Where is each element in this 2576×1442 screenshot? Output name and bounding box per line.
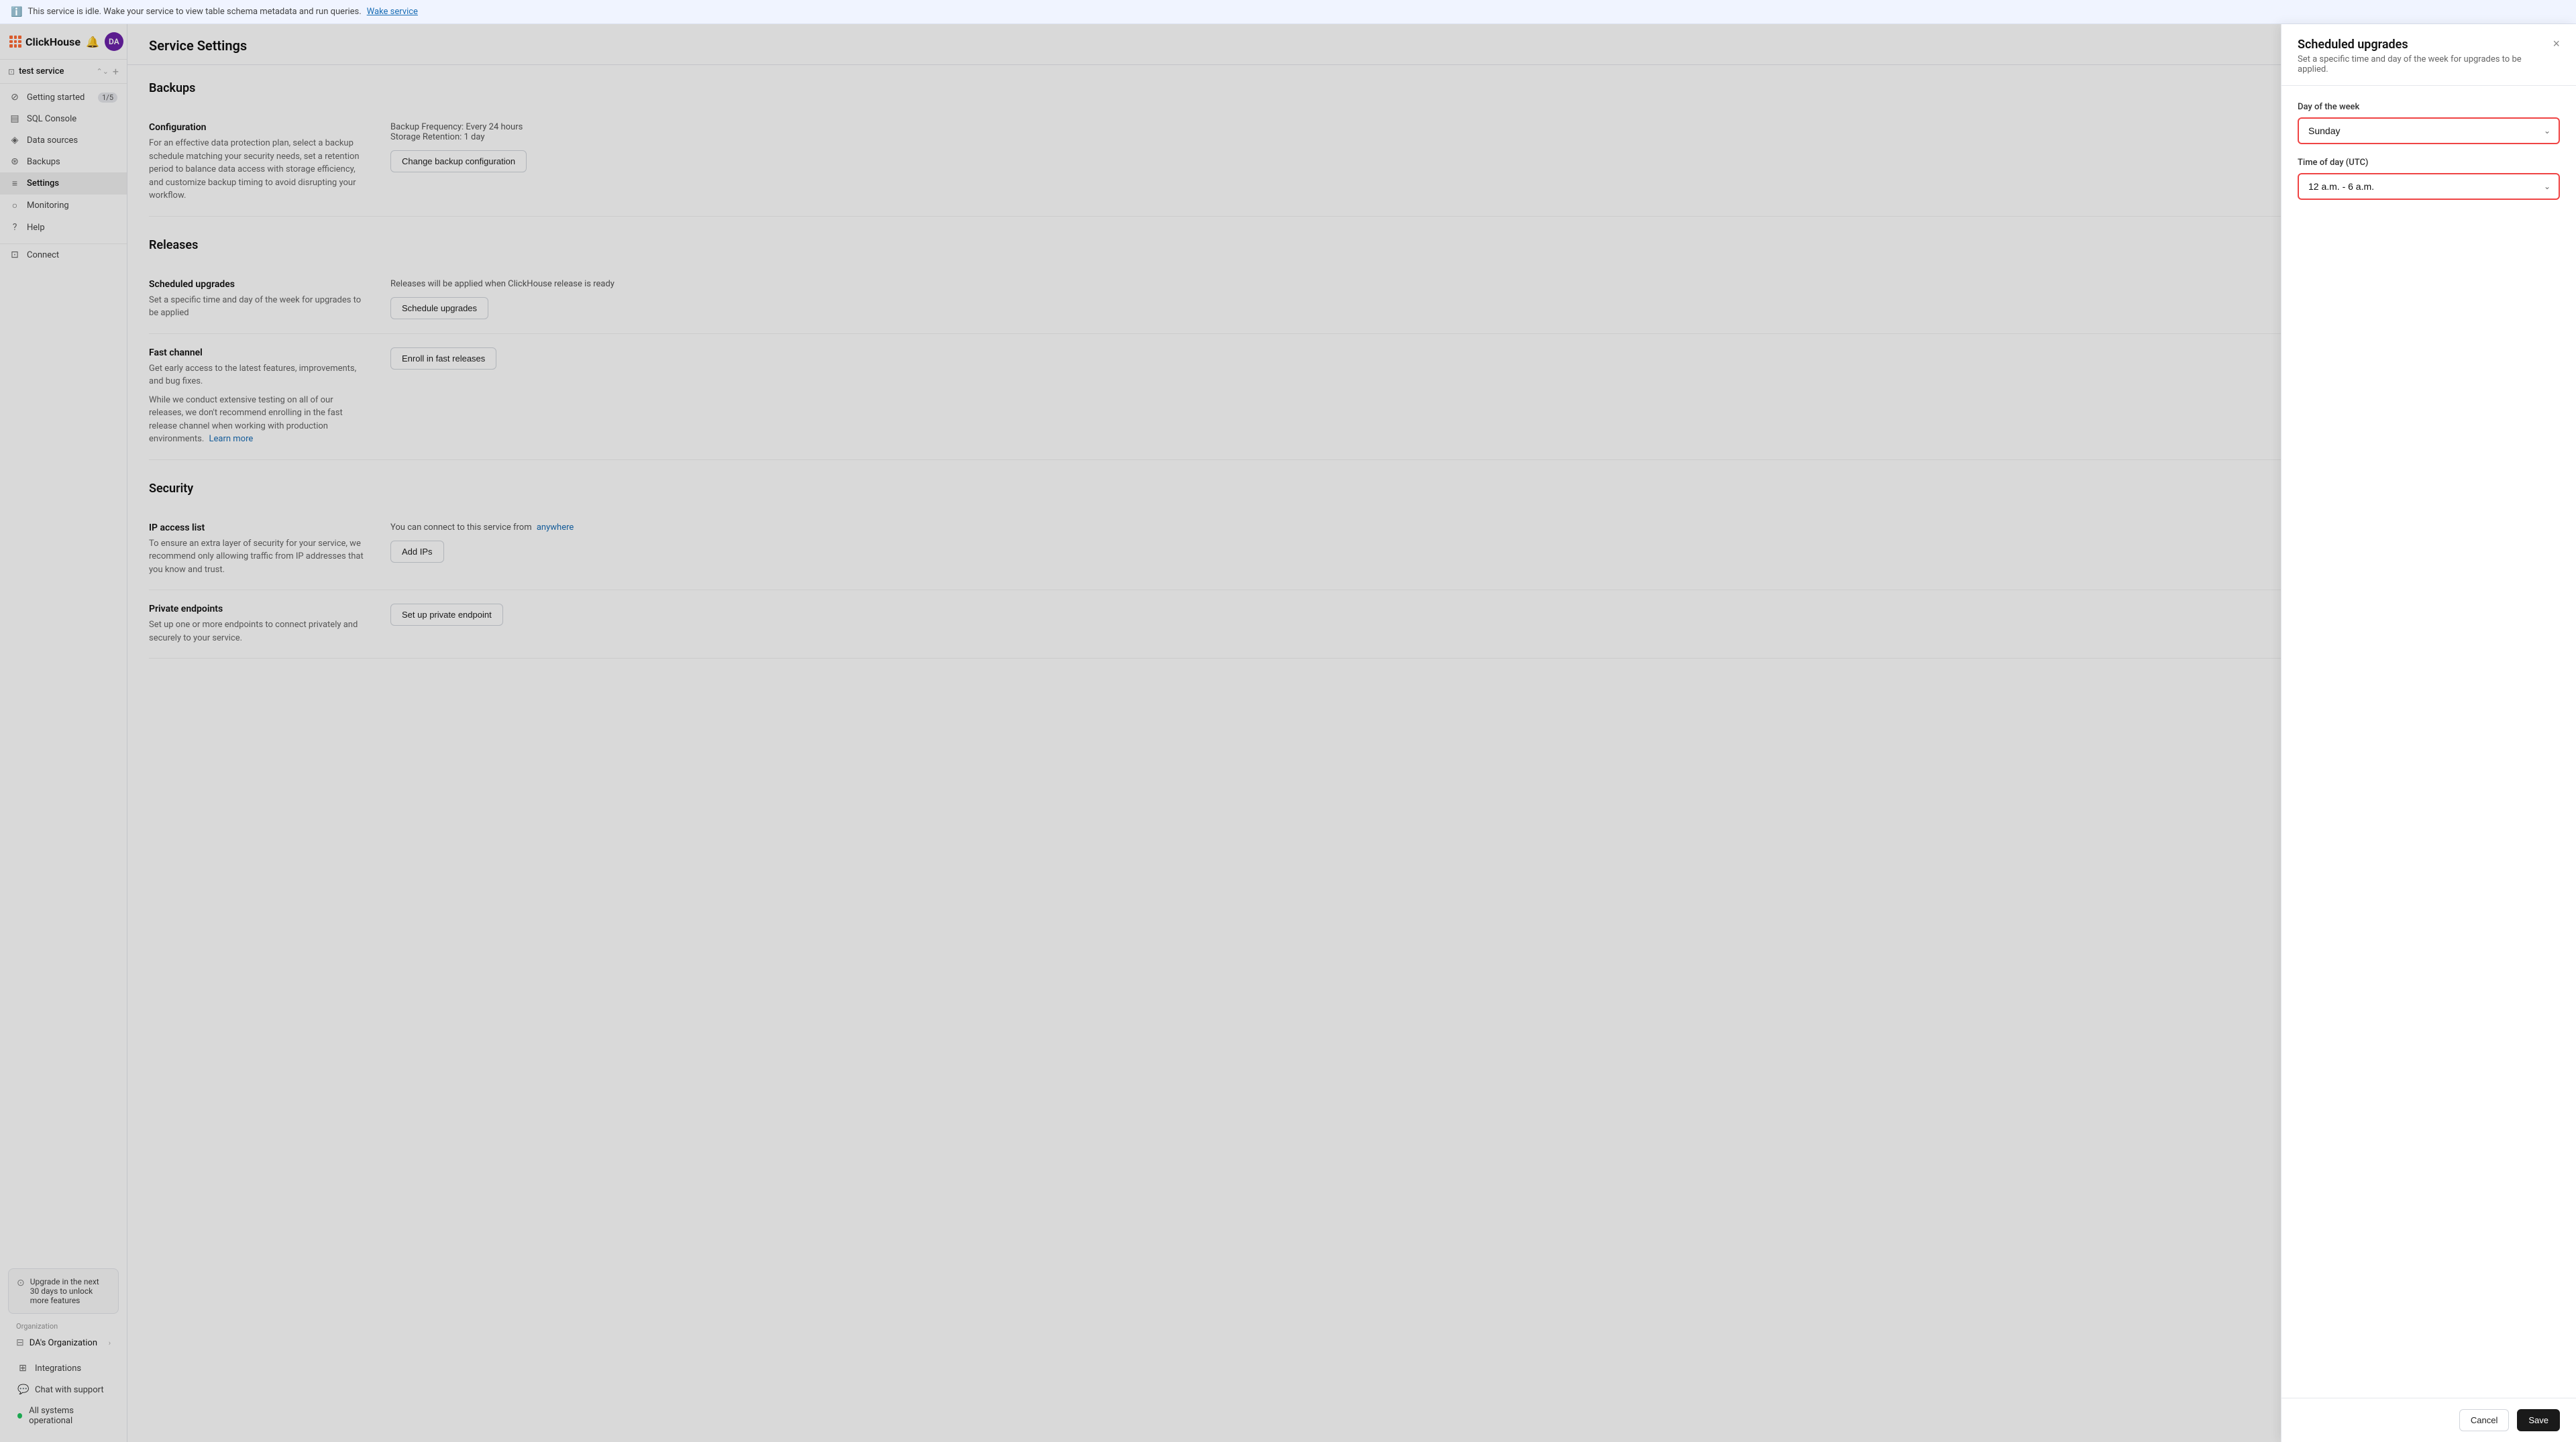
day-of-week-field: Day of the week Sunday Monday Tuesday We… (2298, 102, 2560, 144)
cancel-button[interactable]: Cancel (2459, 1409, 2509, 1431)
time-label: Time of day (UTC) (2298, 158, 2560, 168)
panel-title-block: Scheduled upgrades Set a specific time a… (2298, 38, 2553, 74)
banner-text: This service is idle. Wake your service … (28, 7, 361, 17)
day-select-wrapper: Sunday Monday Tuesday Wednesday Thursday… (2298, 117, 2560, 144)
save-button[interactable]: Save (2517, 1409, 2560, 1431)
panel-body: Day of the week Sunday Monday Tuesday We… (2282, 86, 2576, 1398)
panel-subtitle: Set a specific time and day of the week … (2298, 54, 2553, 74)
banner-icon: ℹ️ (11, 7, 22, 17)
panel-close-button[interactable]: × (2553, 38, 2560, 50)
day-label: Day of the week (2298, 102, 2560, 112)
time-of-day-field: Time of day (UTC) 12 a.m. - 6 a.m. 6 a.m… (2298, 158, 2560, 200)
time-of-day-select[interactable]: 12 a.m. - 6 a.m. 6 a.m. - 12 p.m. 12 p.m… (2299, 174, 2559, 199)
panel-title: Scheduled upgrades (2298, 38, 2553, 52)
scheduled-upgrades-panel: Scheduled upgrades Set a specific time a… (2281, 24, 2576, 1442)
wake-service-link[interactable]: Wake service (367, 7, 418, 17)
top-banner: ℹ️ This service is idle. Wake your servi… (0, 0, 2576, 24)
panel-overlay[interactable] (0, 24, 2576, 1442)
panel-header: Scheduled upgrades Set a specific time a… (2282, 24, 2576, 86)
day-of-week-select[interactable]: Sunday Monday Tuesday Wednesday Thursday… (2299, 119, 2559, 143)
panel-footer: Cancel Save (2282, 1398, 2576, 1442)
time-select-wrapper: 12 a.m. - 6 a.m. 6 a.m. - 12 p.m. 12 p.m… (2298, 173, 2560, 200)
